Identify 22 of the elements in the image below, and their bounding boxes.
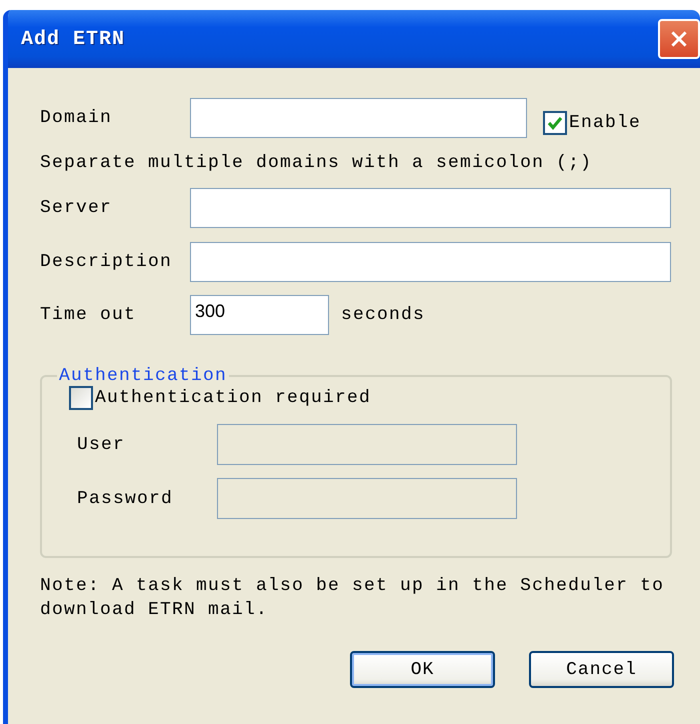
note-text: Note: A task must also be set up in the Scheduler to download ETRN mail. [40, 575, 666, 622]
field-label: Server [40, 198, 114, 218]
input-field[interactable] [190, 188, 671, 228]
dialog-button[interactable]: OK [350, 651, 495, 688]
window-title: Add ETRN [21, 28, 126, 50]
field-label: Time out [40, 305, 138, 325]
input-field[interactable]: 300 [190, 295, 329, 335]
checkbox[interactable] [69, 386, 93, 410]
checkbox-label: Enable [569, 113, 642, 133]
checkbox[interactable] [543, 111, 567, 135]
field-label: Description [40, 252, 174, 272]
field-label: User [77, 434, 126, 454]
dialog-button[interactable]: Cancel [529, 651, 674, 688]
input-field[interactable] [190, 98, 527, 138]
field-label: Domain [40, 108, 114, 128]
input-field[interactable] [190, 242, 671, 282]
field-label: Password [77, 488, 174, 508]
group-title: Authentication [58, 366, 228, 386]
unit-label: seconds [341, 305, 426, 325]
checkbox-label: Authentication required [95, 388, 372, 408]
hint-text: Separate multiple domains with a semicolon (;) [40, 152, 594, 175]
close-button[interactable] [658, 19, 700, 59]
